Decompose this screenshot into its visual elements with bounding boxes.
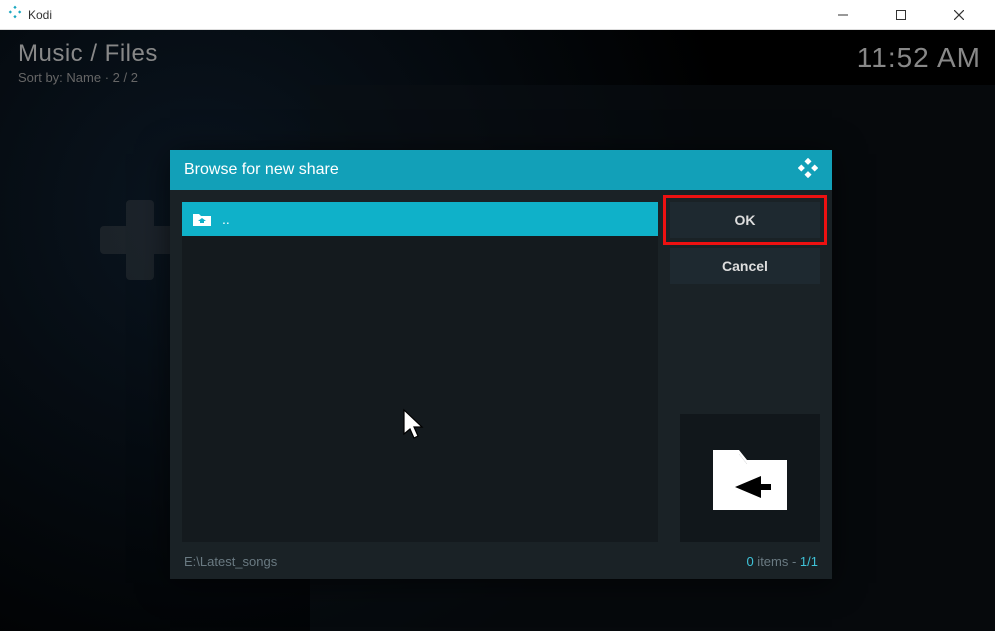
breadcrumb-area: Music / Files Sort by: Name · 2 / 2: [18, 40, 158, 85]
dialog-title: Browse for new share: [184, 161, 339, 179]
item-count: 0 items - 1/1: [746, 554, 818, 569]
dialog-buttons: OK Cancel: [670, 202, 820, 542]
window-controls: [823, 0, 987, 30]
ok-button[interactable]: OK: [670, 202, 820, 238]
item-count-number: 0: [746, 554, 753, 569]
dialog-header: Browse for new share: [170, 150, 832, 190]
folder-back-icon: [705, 438, 795, 518]
close-button[interactable]: [939, 0, 979, 30]
dialog-body: .. OK Cancel: [170, 190, 832, 554]
cancel-button[interactable]: Cancel: [670, 248, 820, 284]
current-path: E:\Latest_songs: [184, 554, 277, 569]
breadcrumb: Music / Files: [18, 40, 158, 68]
kodi-logo-icon: [8, 5, 22, 24]
dialog-footer: E:\Latest_songs 0 items - 1/1: [170, 554, 832, 579]
folder-up-icon: [192, 211, 212, 227]
window-titlebar: Kodi: [0, 0, 995, 30]
list-item-label: ..: [222, 211, 230, 227]
kodi-app: Music / Files Sort by: Name · 2 / 2 11:5…: [0, 30, 995, 631]
item-count-text: items -: [754, 554, 800, 569]
browse-dialog: Browse for new share .. OK Cancel: [170, 150, 832, 579]
item-position: 1/1: [800, 554, 818, 569]
preview-thumbnail: [680, 414, 820, 542]
add-source-plus-icon: [100, 200, 180, 280]
clock-label: 11:52 AM: [857, 42, 981, 74]
ok-button-highlight: OK: [663, 195, 827, 245]
file-list[interactable]: ..: [182, 202, 658, 542]
kodi-logo-icon: [798, 158, 818, 183]
list-item-parent-dir[interactable]: ..: [182, 202, 658, 236]
window-title: Kodi: [28, 8, 52, 22]
minimize-button[interactable]: [823, 0, 863, 30]
maximize-button[interactable]: [881, 0, 921, 30]
sort-info: Sort by: Name · 2 / 2: [18, 70, 158, 85]
